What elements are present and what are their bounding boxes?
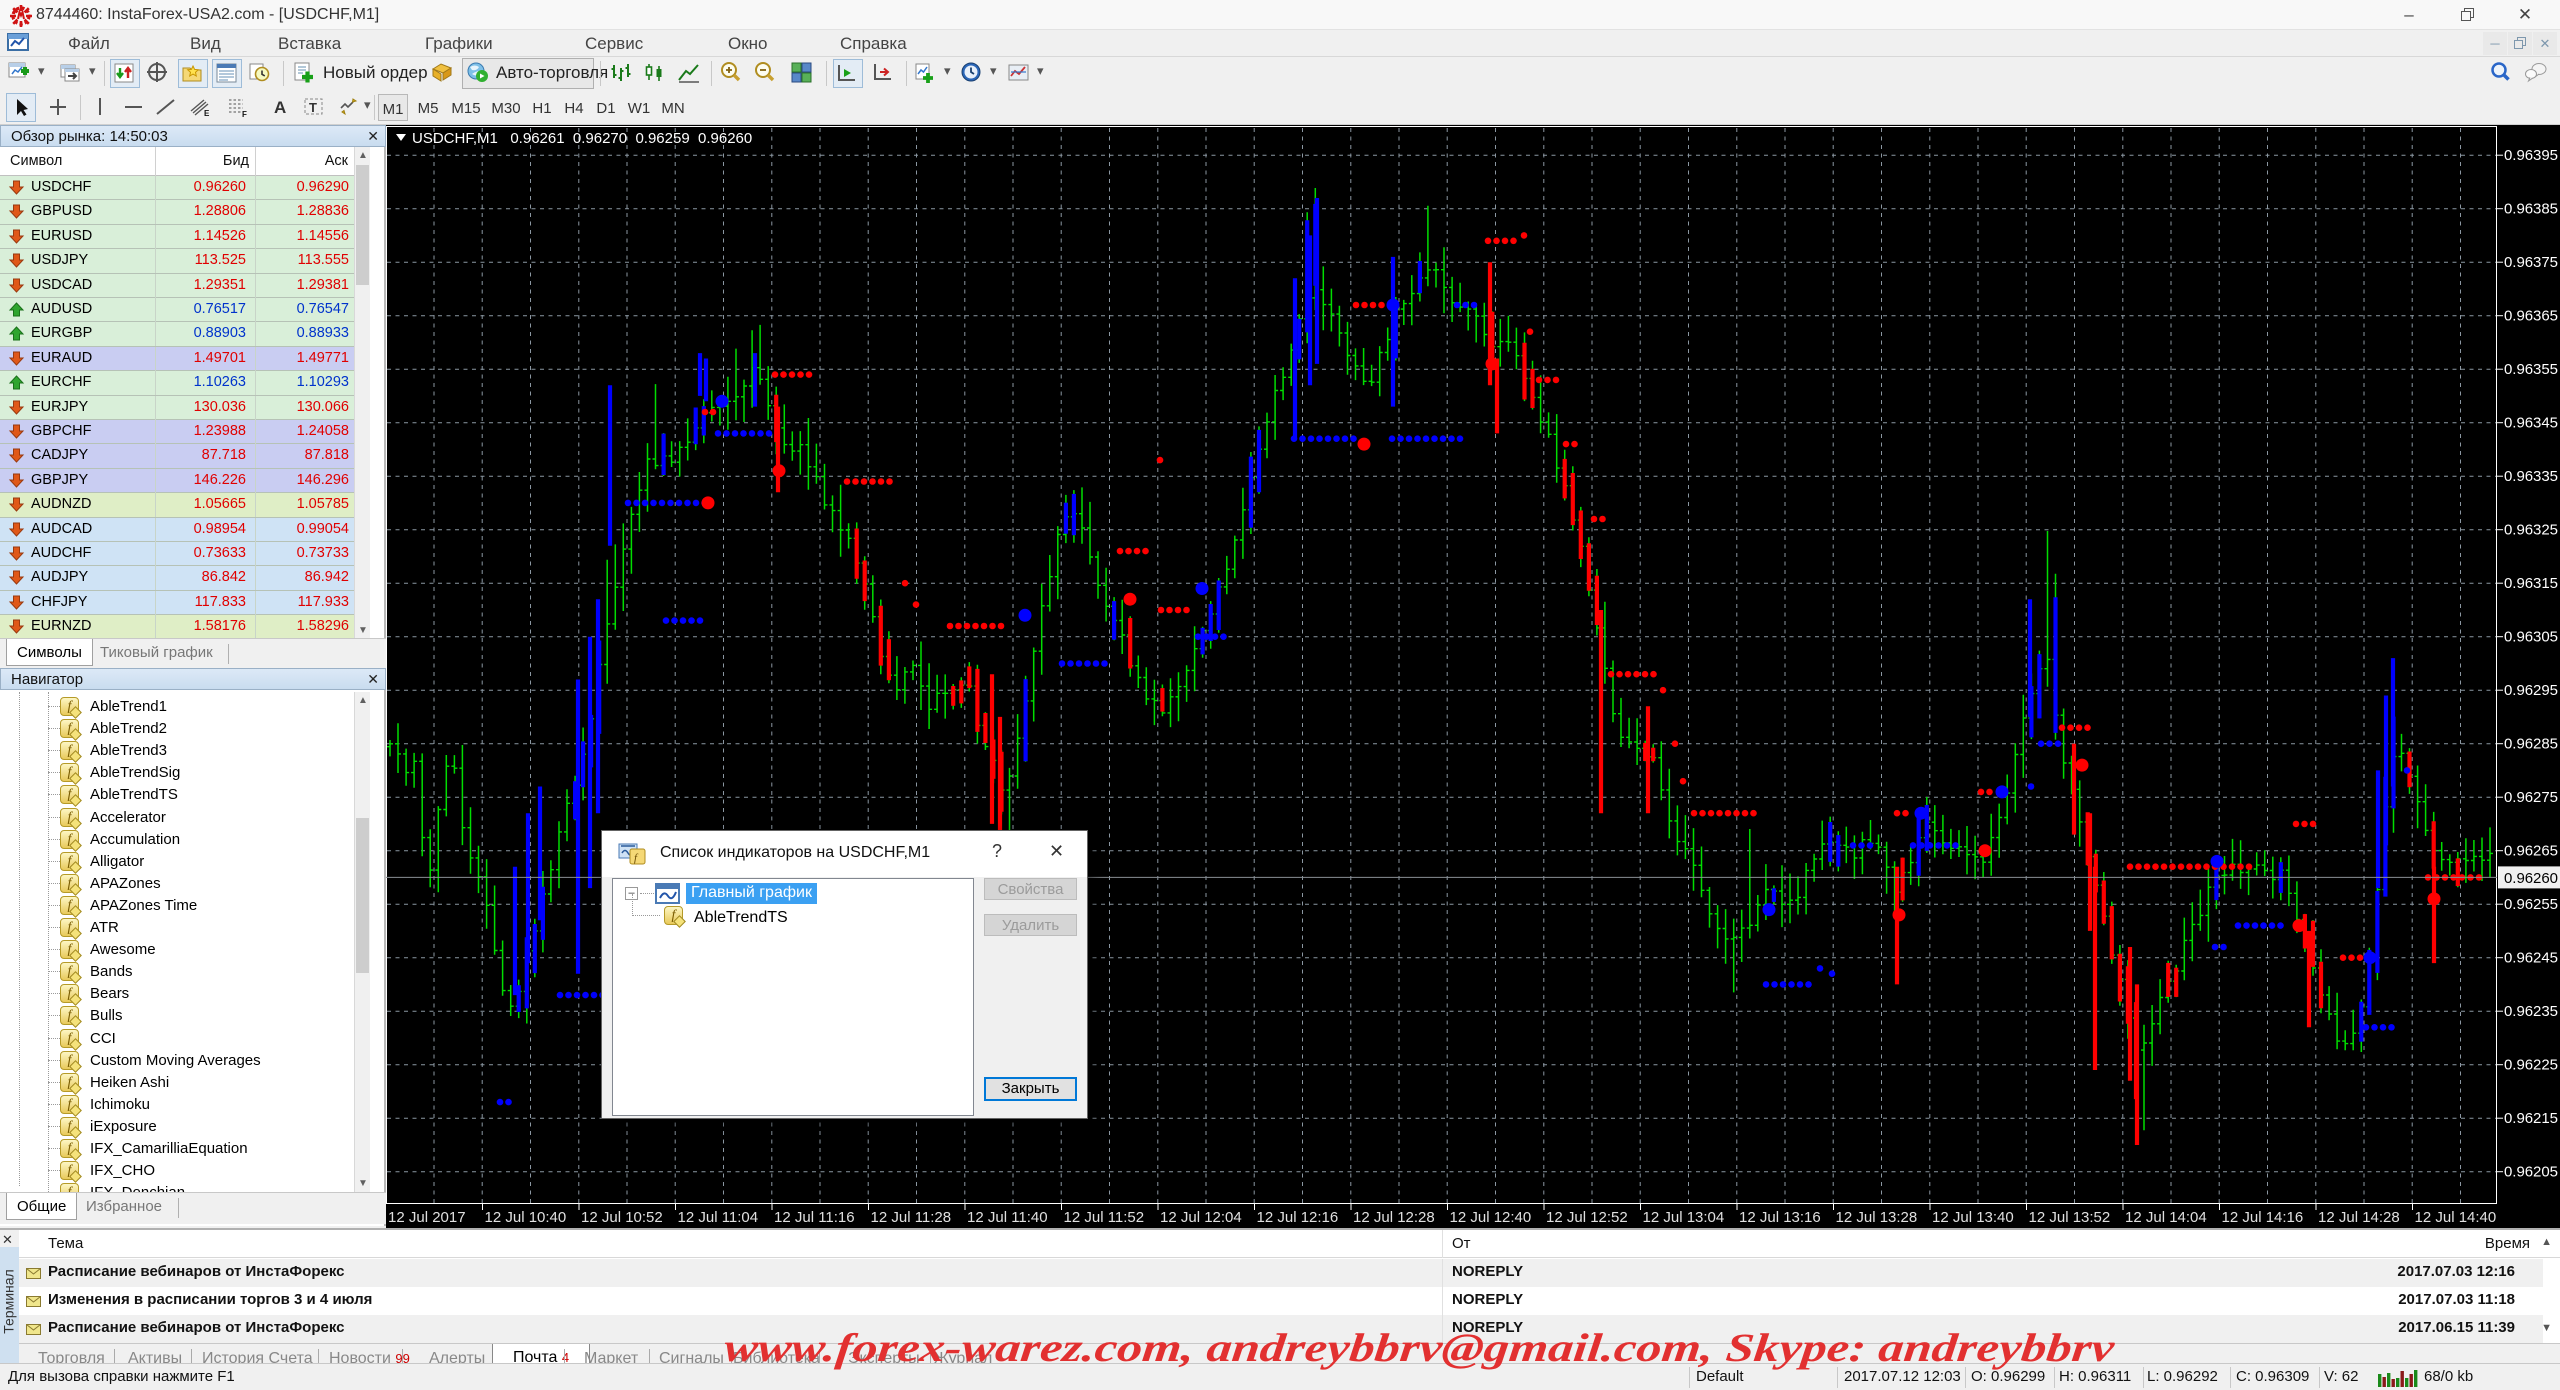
svg-text:12 Jul 11:28: 12 Jul 11:28	[871, 1209, 952, 1226]
svg-text:12 Jul 13:04: 12 Jul 13:04	[1643, 1209, 1725, 1226]
svg-text:12 Jul 2017: 12 Jul 2017	[388, 1209, 466, 1226]
svg-text:12 Jul 10:40: 12 Jul 10:40	[485, 1209, 567, 1226]
svg-text:T: T	[309, 100, 317, 115]
svg-text:0.96260: 0.96260	[2504, 870, 2558, 887]
svg-text:E: E	[204, 109, 210, 118]
svg-text:12 Jul 12:04: 12 Jul 12:04	[1160, 1209, 1242, 1226]
svg-text:0.96365: 0.96365	[2504, 308, 2558, 325]
svg-text:12 Jul 13:40: 12 Jul 13:40	[1932, 1209, 2014, 1226]
svg-text:12 Jul 14:28: 12 Jul 14:28	[2318, 1209, 2400, 1226]
svg-text:USDCHF,M1 0.96261 0.96270: USDCHF,M1 0.96261 0.96270 0.96259 0.9626…	[412, 130, 752, 147]
svg-text:0.96235: 0.96235	[2504, 1003, 2558, 1020]
svg-text:12 Jul 10:52: 12 Jul 10:52	[581, 1209, 663, 1226]
svg-text:0.96355: 0.96355	[2504, 361, 2558, 378]
svg-text:0.96295: 0.96295	[2504, 682, 2558, 699]
svg-text:0.96335: 0.96335	[2504, 468, 2558, 485]
svg-text:12 Jul 11:52: 12 Jul 11:52	[1064, 1209, 1145, 1226]
svg-text:12 Jul 12:16: 12 Jul 12:16	[1257, 1209, 1339, 1226]
svg-text:0.96245: 0.96245	[2504, 950, 2558, 967]
svg-text:12 Jul 11:16: 12 Jul 11:16	[774, 1209, 855, 1226]
svg-text:A: A	[274, 98, 286, 117]
svg-text:0.96275: 0.96275	[2504, 789, 2558, 806]
svg-text:12 Jul 14:16: 12 Jul 14:16	[2222, 1209, 2304, 1226]
svg-text:12 Jul 13:16: 12 Jul 13:16	[1739, 1209, 1821, 1226]
svg-text:0.96265: 0.96265	[2504, 843, 2558, 860]
svg-text:12 Jul 12:28: 12 Jul 12:28	[1353, 1209, 1435, 1226]
svg-text:12 Jul 13:52: 12 Jul 13:52	[2029, 1209, 2111, 1226]
svg-text:0.96225: 0.96225	[2504, 1057, 2558, 1074]
svg-text:0.96385: 0.96385	[2504, 201, 2558, 218]
svg-text:12 Jul 14:04: 12 Jul 14:04	[2125, 1209, 2207, 1226]
svg-text:0.96205: 0.96205	[2504, 1164, 2558, 1181]
svg-text:0.96375: 0.96375	[2504, 254, 2558, 271]
svg-text:0.96325: 0.96325	[2504, 522, 2558, 539]
svg-text:0.96255: 0.96255	[2504, 896, 2558, 913]
svg-text:0.96305: 0.96305	[2504, 629, 2558, 646]
svg-text:0.96215: 0.96215	[2504, 1110, 2558, 1127]
svg-text:0.96315: 0.96315	[2504, 575, 2558, 592]
svg-text:0.96285: 0.96285	[2504, 736, 2558, 753]
svg-text:12 Jul 11:40: 12 Jul 11:40	[967, 1209, 1048, 1226]
svg-text:0.96395: 0.96395	[2504, 147, 2558, 164]
svg-text:12 Jul 11:04: 12 Jul 11:04	[678, 1209, 759, 1226]
svg-text:0.96345: 0.96345	[2504, 415, 2558, 432]
svg-text:F: F	[242, 110, 247, 119]
svg-text:12 Jul 13:28: 12 Jul 13:28	[1836, 1209, 1918, 1226]
svg-text:12 Jul 14:40: 12 Jul 14:40	[2415, 1209, 2497, 1226]
svg-text:12 Jul 12:40: 12 Jul 12:40	[1450, 1209, 1532, 1226]
svg-text:12 Jul 12:52: 12 Jul 12:52	[1546, 1209, 1628, 1226]
